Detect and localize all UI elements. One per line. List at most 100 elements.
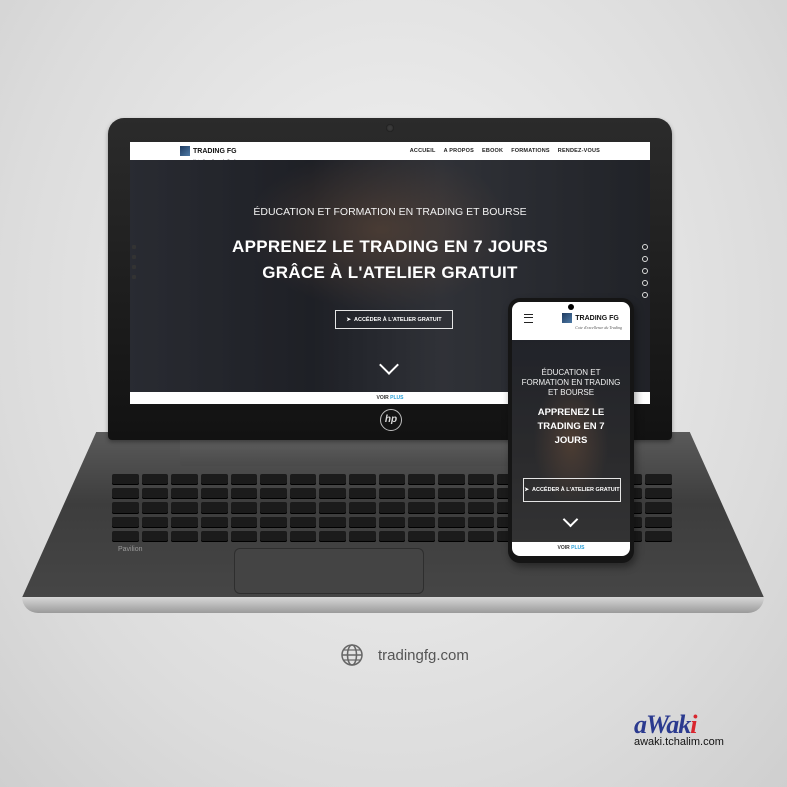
keyboard-key — [437, 502, 465, 514]
mobile-hero-title: APPRENEZ LE TRADING EN 7 JOURS — [537, 407, 605, 446]
keyboard-key — [112, 516, 139, 528]
nav-rendez-vous[interactable]: RENDEZ-VOUS — [558, 148, 600, 154]
credit-url[interactable]: awaki.tchalim.com — [634, 736, 764, 748]
keyboard-key — [437, 488, 465, 500]
credit-block: aWaki awaki.tchalim.com — [634, 710, 764, 748]
keyboard-key — [349, 488, 376, 500]
nav-ebook[interactable]: EBOOK — [482, 148, 503, 154]
mobile-cta-label: ACCÉDER À L'ATELIER GRATUIT — [532, 486, 620, 493]
keyboard-key — [378, 502, 406, 514]
logo-mark-icon — [562, 313, 573, 323]
mobile-logo-tagline: Cote d'excellence du Trading — [575, 324, 622, 330]
keyboard-key — [349, 502, 376, 514]
see-more-label: VOIR — [376, 395, 389, 401]
keyboard-key — [230, 474, 258, 486]
keyboard-key — [289, 474, 317, 486]
keyboard-key — [141, 516, 169, 528]
nav-a-propos[interactable]: A PROPOS — [444, 148, 474, 154]
keyboard-key — [171, 488, 198, 500]
nav-accueil[interactable]: ACCUEIL — [410, 148, 436, 154]
globe-icon — [341, 644, 363, 666]
paper-plane-icon: ➤ — [346, 316, 352, 323]
hero-title-line-2: GRÂCE À L'ATELIER GRATUIT — [262, 263, 518, 282]
keyboard-key — [230, 516, 258, 528]
logo-mark-icon — [180, 146, 190, 156]
keyboard-key — [378, 488, 406, 500]
keyboard-key — [349, 530, 376, 542]
hero-subtitle: ÉDUCATION ET FORMATION EN TRADING ET BOU… — [253, 206, 527, 218]
slide-dot[interactable] — [642, 292, 648, 298]
keyboard-key — [319, 474, 347, 486]
hp-logo: hp — [380, 409, 402, 431]
keyboard-key — [408, 474, 435, 486]
see-more-label: VOIR — [557, 545, 570, 551]
keyboard-key — [171, 502, 198, 514]
keyboard-key — [437, 516, 465, 528]
keyboard-key — [289, 488, 317, 500]
cta-label: ACCÉDER À L'ATELIER GRATUIT — [354, 316, 442, 323]
keyboard-key — [408, 530, 435, 542]
keyboard-key — [260, 488, 287, 500]
mobile-logo-text: TRADING FG — [575, 314, 619, 322]
credit-logo-main: aWak — [634, 710, 691, 739]
credit-logo-accent: i — [690, 710, 697, 739]
keyboard-key — [141, 488, 169, 500]
hero-title-line-1: APPRENEZ LE TRADING EN 7 JOURS — [232, 237, 548, 256]
keyboard-key — [319, 530, 347, 542]
keyboard-key — [200, 474, 228, 486]
keyboard-key — [467, 502, 495, 514]
keyboard-key — [171, 516, 198, 528]
keyboard-key — [349, 474, 376, 486]
mobile-hero-subtitle: ÉDUCATION ET FORMATION EN TRADING ET BOU… — [521, 368, 621, 397]
see-more-accent: PLUS — [390, 395, 404, 401]
smartphone: TRADING FG Cote d'excellence du Trading … — [508, 298, 634, 563]
front-camera-icon — [568, 304, 574, 310]
mobile-cta-button[interactable]: ➤ ACCÉDER À L'ATELIER GRATUIT — [523, 478, 621, 502]
mobile-see-more-link[interactable]: VOIR PLUS — [512, 545, 630, 551]
keyboard-key — [645, 530, 672, 542]
keyboard-key — [260, 474, 287, 486]
laptop-base-edge — [22, 597, 764, 613]
keyboard-key — [319, 502, 347, 514]
keyboard-key — [230, 502, 258, 514]
keyboard-key — [141, 474, 169, 486]
keyboard-key — [200, 516, 228, 528]
keyboard-key — [467, 530, 495, 542]
keyboard-key — [200, 530, 228, 542]
keyboard-key — [260, 516, 287, 528]
keyboard-key — [171, 474, 198, 486]
keyboard-key — [645, 516, 672, 528]
menu-icon[interactable] — [524, 313, 533, 323]
hero-title: APPRENEZ LE TRADING EN 7 JOURS GRÂCE À L… — [130, 234, 650, 286]
keyboard-key — [319, 488, 347, 500]
keyboard-key — [289, 530, 317, 542]
domain-row: tradingfg.com — [340, 643, 469, 667]
keyboard-key — [378, 530, 406, 542]
keyboard-key — [260, 530, 287, 542]
keyboard-key — [112, 474, 139, 486]
keyboard-key — [141, 502, 169, 514]
keyboard-key — [437, 530, 465, 542]
webcam-icon — [386, 124, 394, 132]
paper-plane-icon: ➤ — [524, 486, 530, 493]
keyboard-key — [437, 474, 465, 486]
keyboard-key — [319, 516, 347, 528]
keyboard-key — [112, 488, 139, 500]
cta-button[interactable]: ➤ ACCÉDER À L'ATELIER GRATUIT — [335, 310, 453, 329]
keyboard-key — [378, 516, 406, 528]
keyboard-key — [260, 502, 287, 514]
nav-formations[interactable]: FORMATIONS — [511, 148, 550, 154]
keyboard-key — [171, 530, 198, 542]
keyboard-key — [200, 488, 228, 500]
keyboard-key — [289, 502, 317, 514]
see-more-accent: PLUS — [571, 545, 585, 551]
keyboard-key — [467, 474, 495, 486]
keyboard-key — [467, 488, 495, 500]
keyboard-key — [408, 516, 435, 528]
keyboard-key — [230, 488, 258, 500]
keyboard-key — [289, 516, 317, 528]
keyboard-key — [230, 530, 258, 542]
laptop-model-label: Pavilion — [118, 546, 143, 553]
keyboard-key — [112, 502, 139, 514]
keyboard-key — [467, 516, 495, 528]
